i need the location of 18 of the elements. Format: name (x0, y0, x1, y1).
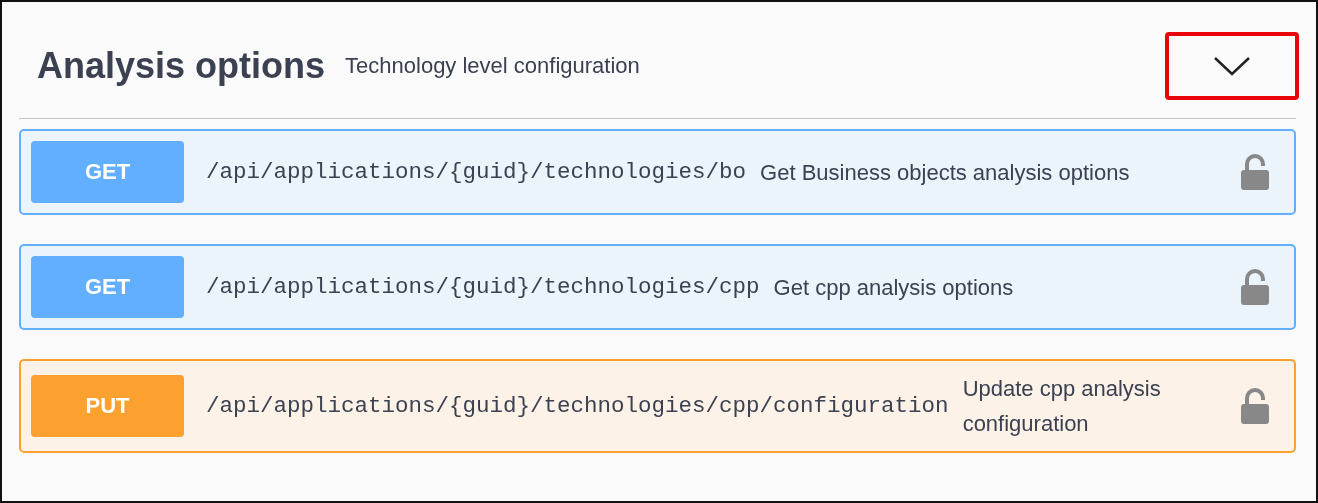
unlocked-icon[interactable] (1240, 388, 1270, 424)
unlocked-icon[interactable] (1240, 154, 1270, 190)
unlocked-icon[interactable] (1240, 269, 1270, 305)
endpoint-summary: Get cpp analysis options (773, 273, 1015, 302)
operation-row[interactable]: GET /api/applications/{guid}/technologies/bo Get Business objects analysis options (19, 129, 1296, 215)
section-title: Analysis options (37, 45, 326, 87)
endpoint-path: /api/applications/{guid}/technologies/cpp/configuration (206, 393, 949, 419)
endpoint-summary: Update cpp analysis configuration (962, 375, 1162, 438)
collapse-toggle[interactable] (1165, 32, 1299, 100)
method-badge: GET (31, 256, 184, 318)
section-description: Technology level configuration (345, 53, 640, 79)
endpoint-summary: Get Business objects analysis options (760, 158, 1131, 187)
endpoint-path: /api/applications/{guid}/technologies/cpp (206, 274, 760, 300)
operation-row[interactable]: GET /api/applications/{guid}/technologies/cpp Get cpp analysis options (19, 244, 1296, 330)
endpoint-path: /api/applications/{guid}/technologies/bo (206, 159, 747, 185)
chevron-icon (1213, 55, 1251, 77)
method-badge: GET (31, 141, 184, 203)
method-badge: PUT (31, 375, 184, 437)
